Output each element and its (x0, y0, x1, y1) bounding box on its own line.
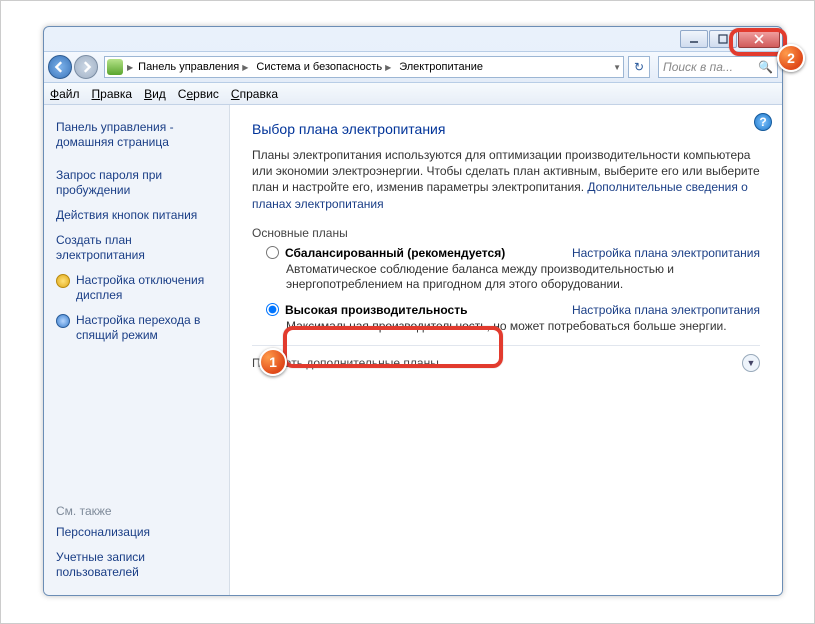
plan-balanced-label[interactable]: Сбалансированный (рекомендуется) (285, 246, 505, 260)
navbar: ▶ Панель управления ▶ Система и безопасн… (44, 51, 782, 83)
menu-help[interactable]: Справка (231, 87, 278, 101)
menu-file[interactable]: Файл (50, 87, 80, 101)
sidebar: Панель управления - домашняя страница За… (44, 105, 230, 595)
show-more-plans[interactable]: Показать дополнительные планы ▼ (252, 345, 760, 372)
plan-high-perf: Высокая производительность Настройка пла… (266, 303, 760, 335)
shield-icon (56, 274, 70, 288)
page-title: Выбор плана электропитания (252, 121, 760, 137)
control-panel-icon (107, 59, 123, 75)
sidebar-link-display-off[interactable]: Настройка отключения дисплея (56, 273, 217, 303)
menu-tools[interactable]: Сервис (178, 87, 219, 101)
chevron-icon: ▶ (242, 63, 248, 72)
sidebar-home[interactable]: Панель управления - домашняя страница (56, 120, 217, 150)
chevron-icon: ▶ (385, 63, 391, 72)
chevron-icon: ▶ (127, 63, 133, 72)
crumb-label: Система и безопасность (256, 61, 382, 73)
show-more-label: Показать дополнительные планы (252, 356, 439, 370)
plans-group-label: Основные планы (252, 226, 760, 240)
plan-high-perf-radio[interactable] (266, 303, 279, 316)
search-input[interactable]: Поиск в па... 🔍 (658, 56, 778, 78)
nav-back-button[interactable] (48, 55, 72, 79)
sidebar-see-also-accounts[interactable]: Учетные записи пользователей (56, 550, 217, 580)
crumb-label: Электропитание (399, 61, 483, 73)
plan-balanced: Сбалансированный (рекомендуется) Настрой… (266, 246, 760, 293)
plan-balanced-desc: Автоматическое соблюдение баланса между … (286, 262, 760, 293)
shield-icon (56, 314, 70, 328)
crumb-section[interactable]: Система и безопасность ▶ (253, 61, 394, 73)
plan-high-perf-settings-link[interactable]: Настройка плана электропитания (572, 303, 760, 317)
see-also-label: См. также (56, 504, 217, 518)
sidebar-link-password[interactable]: Запрос пароля при пробуждении (56, 168, 217, 198)
search-icon: 🔍 (758, 60, 773, 74)
crumb-page[interactable]: Электропитание (396, 61, 486, 73)
menu-edit[interactable]: Правка (92, 87, 133, 101)
sidebar-link-buttons[interactable]: Действия кнопок питания (56, 208, 217, 223)
maximize-button[interactable] (709, 30, 737, 48)
main-pane: ? Выбор плана электропитания Планы элект… (230, 105, 782, 595)
address-dropdown-icon[interactable]: ▼ (613, 63, 621, 72)
nav-forward-button[interactable] (74, 55, 98, 79)
plan-high-perf-label[interactable]: Высокая производительность (285, 303, 467, 317)
control-panel-window: ▶ Панель управления ▶ Система и безопасн… (43, 26, 783, 596)
refresh-button[interactable]: ↻ (628, 56, 650, 78)
sidebar-see-also-personalization[interactable]: Персонализация (56, 525, 217, 540)
page-description: Планы электропитания используются для оп… (252, 147, 760, 212)
menu-view[interactable]: Вид (144, 87, 166, 101)
minimize-button[interactable] (680, 30, 708, 48)
crumb-label: Панель управления (138, 61, 239, 73)
plan-balanced-settings-link[interactable]: Настройка плана электропитания (572, 246, 760, 260)
sidebar-item-label: Настройка отключения дисплея (76, 273, 217, 303)
plan-high-perf-desc: Максимальная производительность, но може… (286, 319, 760, 335)
menubar: Файл Правка Вид Сервис Справка (44, 83, 782, 105)
content-area: Панель управления - домашняя страница За… (44, 105, 782, 595)
help-icon[interactable]: ? (754, 113, 772, 131)
sidebar-item-label: Настройка перехода в спящий режим (76, 313, 217, 343)
plan-balanced-radio[interactable] (266, 246, 279, 259)
search-placeholder: Поиск в па... (663, 60, 733, 74)
chevron-down-icon: ▼ (742, 354, 760, 372)
sidebar-link-sleep[interactable]: Настройка перехода в спящий режим (56, 313, 217, 343)
titlebar (44, 27, 782, 51)
close-button[interactable] (738, 30, 780, 48)
crumb-root[interactable]: Панель управления ▶ (135, 61, 251, 73)
address-bar[interactable]: ▶ Панель управления ▶ Система и безопасн… (104, 56, 624, 78)
sidebar-link-create-plan[interactable]: Создать план электропитания (56, 233, 217, 263)
